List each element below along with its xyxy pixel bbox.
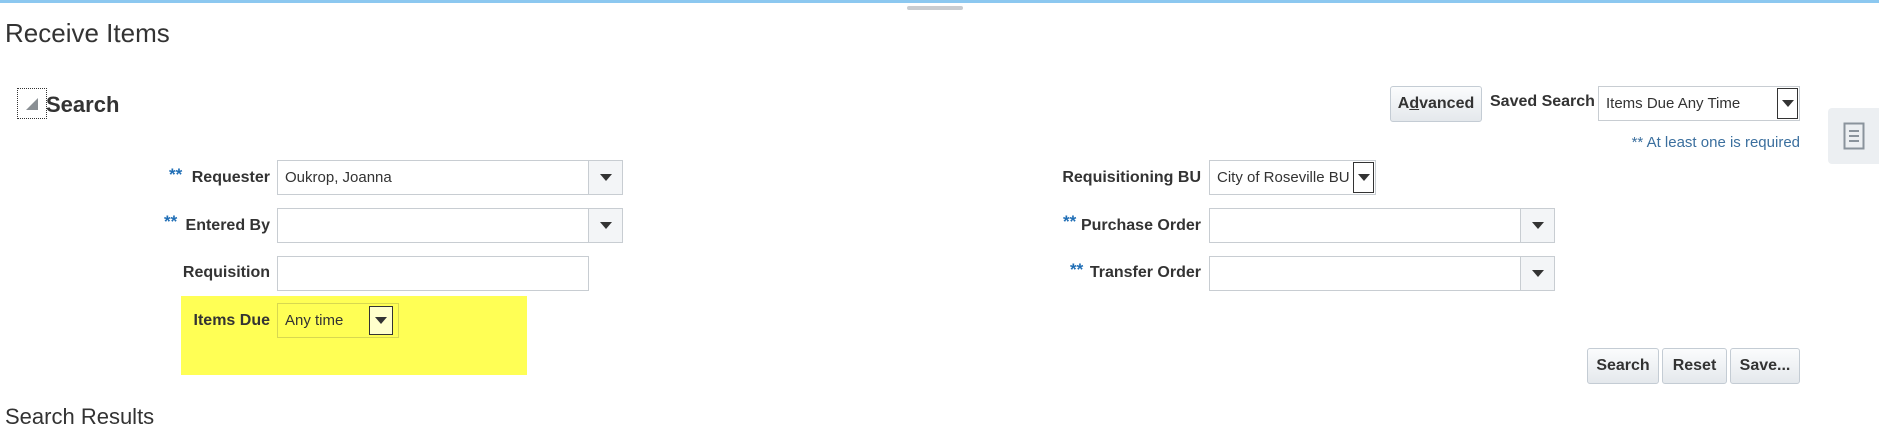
resize-handle[interactable] xyxy=(907,6,963,10)
advanced-label: Advanced xyxy=(1397,95,1475,112)
reset-button[interactable]: Reset xyxy=(1662,348,1727,384)
search-section-title: Search xyxy=(46,92,120,117)
chevron-down-icon[interactable] xyxy=(1520,257,1554,290)
purchase-order-label: Purchase Order xyxy=(1080,217,1201,234)
requisition-field[interactable] xyxy=(277,256,589,291)
top-accent-bar xyxy=(0,0,1879,3)
requester-label: Requester xyxy=(191,169,270,186)
side-panel-tab[interactable] xyxy=(1828,108,1879,164)
page-title: Receive Items xyxy=(5,18,170,48)
requisitioning-bu-select[interactable]: City of Roseville BU xyxy=(1209,160,1376,195)
requester-value: Oukrop, Joanna xyxy=(285,169,392,186)
chevron-down-icon[interactable] xyxy=(369,306,393,335)
requester-field[interactable]: Oukrop, Joanna xyxy=(277,160,623,195)
saved-search-select[interactable]: Items Due Any Time xyxy=(1598,86,1800,121)
triangle-expanded-icon xyxy=(26,98,38,110)
saved-search-label: Saved Search xyxy=(1490,93,1595,110)
purchase-order-field[interactable] xyxy=(1209,208,1555,243)
transfer-order-label: Transfer Order xyxy=(1089,264,1201,281)
search-disclosure-toggle[interactable] xyxy=(17,88,47,119)
items-due-label: Items Due xyxy=(193,312,270,329)
chevron-down-icon[interactable] xyxy=(1353,162,1374,193)
saved-search-value: Items Due Any Time xyxy=(1606,95,1741,112)
document-list-icon xyxy=(1843,122,1865,150)
requisitioning-bu-label: Requisitioning BU xyxy=(1062,169,1201,186)
chevron-down-icon[interactable] xyxy=(1777,88,1798,119)
entered-by-field[interactable] xyxy=(277,208,623,243)
search-button[interactable]: Search xyxy=(1587,348,1659,384)
chevron-down-icon[interactable] xyxy=(1520,209,1554,242)
required-note: ** At least one is required xyxy=(1631,134,1800,151)
save-button[interactable]: Save... xyxy=(1730,348,1800,384)
requisition-label: Requisition xyxy=(182,264,270,281)
requisitioning-bu-value: City of Roseville BU xyxy=(1217,169,1350,186)
advanced-button[interactable]: Advanced xyxy=(1390,86,1482,122)
chevron-down-icon[interactable] xyxy=(588,161,622,194)
transfer-order-field[interactable] xyxy=(1209,256,1555,291)
items-due-select[interactable]: Any time xyxy=(277,303,399,338)
search-results-title: Search Results xyxy=(5,404,155,429)
chevron-down-icon[interactable] xyxy=(588,209,622,242)
entered-by-label: Entered By xyxy=(185,217,270,234)
